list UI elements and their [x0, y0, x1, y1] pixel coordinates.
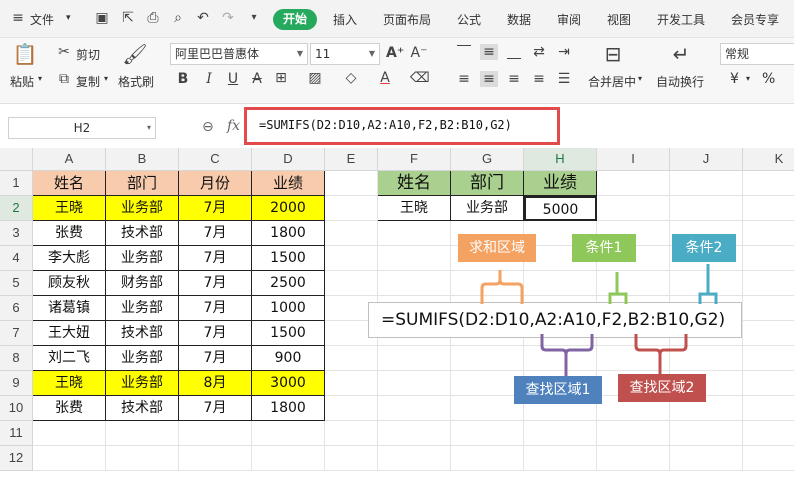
criteria1-label: 条件1 — [572, 234, 636, 262]
formula-input[interactable]: =SUMIFS(D2:D10,A2:A10,F2,B2:B10,G2) — [259, 118, 512, 132]
merge-center-icon[interactable]: ⊟ — [600, 42, 626, 66]
lookup-range1-bracket — [540, 334, 594, 376]
spreadsheet-grid: ABCDEFGHIJK 1 2 3 4 5 6 7 8 9 10 11 12 姓名 部门 月份 业绩 王晓 业务… — [0, 148, 794, 479]
paste-button[interactable]: 粘贴 — [10, 73, 34, 90]
font-name-select[interactable]: 阿里巴巴普惠体 ▼ — [170, 43, 308, 65]
currency-button[interactable]: ¥ — [730, 71, 739, 87]
currency-chevron-icon[interactable]: ▾ — [746, 74, 750, 83]
formula-bar: H2 ▾ ⊖ fx =SUMIFS(D2:D10,A2:A10,F2,B2:B1… — [0, 104, 794, 148]
tab-data[interactable]: 数据 — [507, 11, 531, 28]
font-color-icon[interactable]: A — [376, 70, 394, 86]
fill-pattern-icon[interactable]: ▨ — [306, 70, 324, 86]
bold-icon[interactable]: B — [174, 71, 192, 87]
indent-icon[interactable]: ⇥ — [555, 44, 573, 60]
number-format-value: 常规 — [725, 47, 750, 61]
number-format-select[interactable]: 常规 — [720, 43, 794, 65]
font-name-value: 阿里巴巴普惠体 — [175, 47, 260, 61]
chevron-down-icon: ▼ — [368, 49, 375, 58]
chevron-down-icon: ▾ — [146, 123, 151, 132]
file-menu[interactable]: 文件 — [30, 11, 54, 28]
format-painter-icon[interactable]: 🖌 — [122, 42, 148, 66]
formula-input-highlight[interactable]: =SUMIFS(D2:D10,A2:A10,F2,B2:B10,G2) — [244, 107, 560, 145]
underline-icon[interactable]: U — [224, 71, 242, 87]
scissors-icon[interactable]: ✂ — [55, 44, 73, 60]
file-menu-chevron-icon[interactable]: ▾ — [66, 13, 71, 23]
align-center-icon[interactable]: ≡ — [480, 71, 498, 87]
lookup-range1-label: 查找区域1 — [514, 376, 602, 404]
name-box[interactable]: H2 ▾ — [8, 117, 156, 139]
merge-center-button[interactable]: 合并居中 — [588, 73, 636, 90]
decrease-font-icon[interactable]: A⁻ — [410, 45, 428, 61]
format-painter-button[interactable]: 格式刷 — [118, 73, 154, 90]
border-icon[interactable]: ⊞ — [272, 70, 290, 86]
copy-icon[interactable]: ⧉ — [55, 71, 73, 87]
justify-icon[interactable]: ≡ — [530, 71, 548, 87]
merge-chevron-icon[interactable]: ▾ — [638, 74, 642, 83]
tab-view[interactable]: 视图 — [607, 11, 631, 28]
criteria1-bracket — [608, 272, 628, 304]
fill-color-icon[interactable]: ◇ — [342, 70, 360, 86]
menu-bar: ≡ 文件 ▾ ▣ ⇱ ⎙ ⌕ ↶ ↷ ▾ 开始 插入 页面布局 公式 数据 审阅… — [0, 0, 794, 38]
hamburger-icon[interactable]: ≡ — [10, 10, 26, 26]
cut-button[interactable]: 剪切 — [76, 46, 100, 63]
criteria2-bracket — [698, 264, 718, 304]
paste-chevron-icon[interactable]: ▾ — [38, 74, 42, 83]
tab-review[interactable]: 审阅 — [557, 11, 581, 28]
font-size-select[interactable]: 11 ▼ — [310, 43, 380, 65]
zoom-formula-icon[interactable]: ⊖ — [202, 119, 214, 135]
ribbon-toolbar: 📋 粘贴 ▾ ✂ 剪切 ⧉ 复制 ▾ 🖌 格式刷 阿里巴巴普惠体 ▼ 11 ▼ … — [0, 38, 794, 104]
percent-button[interactable]: % — [762, 71, 775, 87]
wrap-text-icon[interactable]: ↵ — [668, 42, 694, 66]
italic-icon[interactable]: I — [200, 71, 218, 87]
align-top-icon[interactable]: ⎺ — [455, 44, 473, 60]
tab-developer[interactable]: 开发工具 — [657, 11, 705, 28]
sum-range-label: 求和区域 — [458, 234, 536, 262]
text-direction-icon[interactable]: ⇄ — [530, 44, 548, 60]
sum-range-bracket — [480, 270, 524, 304]
clear-format-icon[interactable]: ⌫ — [410, 70, 430, 86]
wrap-text-button[interactable]: 自动换行 — [656, 73, 704, 90]
chevron-down-icon: ▼ — [296, 49, 303, 58]
name-box-value: H2 — [73, 121, 91, 135]
quick-access-more-icon[interactable]: ▾ — [246, 10, 262, 26]
undo-icon[interactable]: ↶ — [195, 10, 211, 26]
copy-button[interactable]: 复制 — [76, 73, 100, 90]
font-size-value: 11 — [315, 47, 331, 61]
annotation-brackets — [480, 264, 718, 376]
redo-icon[interactable]: ↷ — [220, 10, 236, 26]
align-right-icon[interactable]: ≡ — [505, 71, 523, 87]
tab-page-layout[interactable]: 页面布局 — [383, 11, 431, 28]
copy-chevron-icon[interactable]: ▾ — [104, 74, 108, 83]
save-icon[interactable]: ▣ — [94, 10, 110, 26]
export-icon[interactable]: ⇱ — [120, 10, 136, 26]
align-bottom-icon[interactable]: ⎽ — [505, 44, 523, 60]
distributed-icon[interactable]: ☰ — [555, 71, 573, 87]
print-icon[interactable]: ⎙ — [145, 10, 161, 26]
print-preview-icon[interactable]: ⌕ — [170, 10, 186, 26]
align-left-icon[interactable]: ≡ — [455, 71, 473, 87]
criteria2-label: 条件2 — [672, 234, 736, 262]
tab-formulas[interactable]: 公式 — [457, 11, 481, 28]
strikethrough-icon[interactable]: A — [248, 71, 266, 87]
align-middle-icon[interactable]: ≡ — [480, 44, 498, 60]
tab-home[interactable]: 开始 — [273, 9, 317, 30]
lookup-range2-bracket — [634, 334, 688, 376]
tab-insert[interactable]: 插入 — [333, 11, 357, 28]
increase-font-icon[interactable]: A⁺ — [386, 45, 404, 61]
paste-icon[interactable]: 📋 — [12, 42, 38, 66]
lookup-range2-label: 查找区域2 — [618, 374, 706, 402]
tab-member[interactable]: 会员专享 — [731, 11, 779, 28]
fx-icon[interactable]: fx — [227, 118, 240, 134]
